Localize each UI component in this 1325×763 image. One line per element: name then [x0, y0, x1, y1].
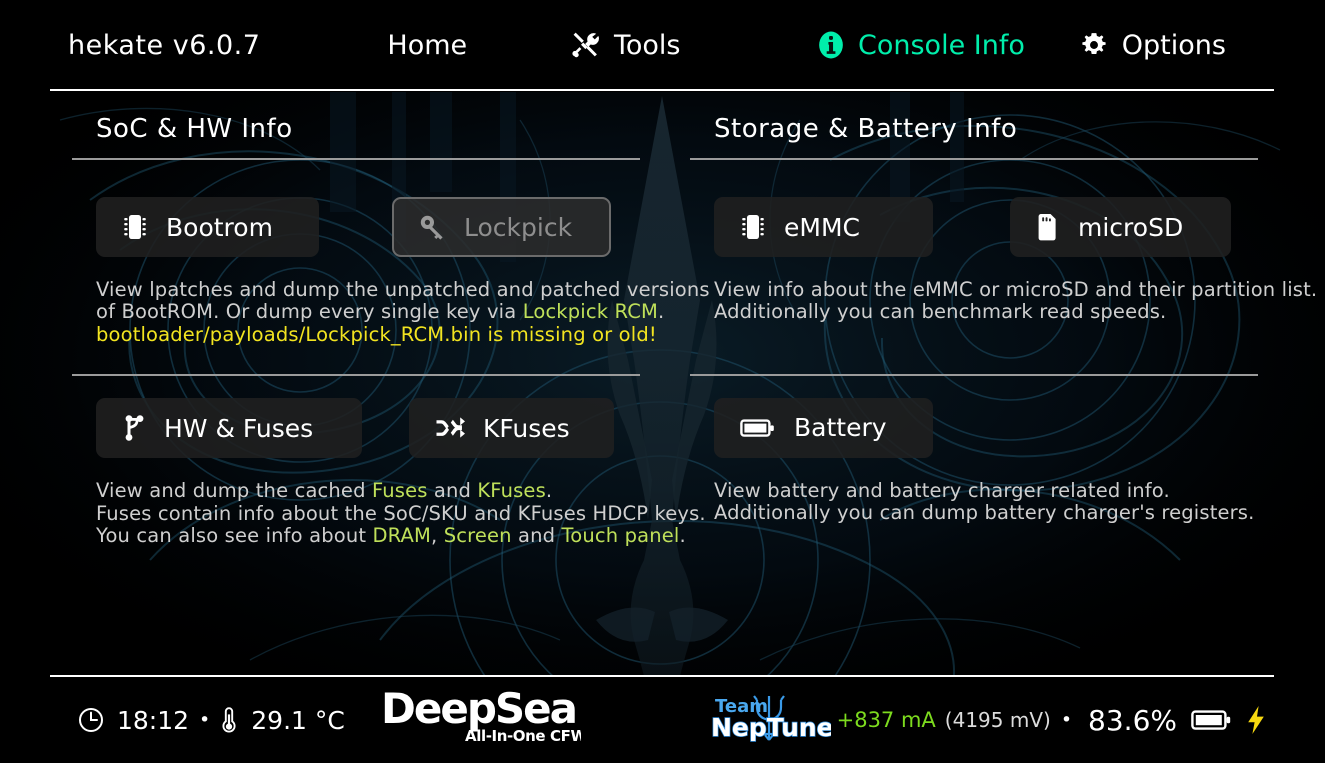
status-separator-2: •: [1060, 709, 1073, 731]
section-rule-right-top: [690, 158, 1258, 160]
button-row-soc-2: HW & Fuses KFuses: [72, 398, 640, 459]
touch-panel-link: Touch panel: [561, 524, 680, 548]
screen-link: Screen: [443, 524, 512, 548]
nav-item-console-info[interactable]: Console Info: [818, 0, 1080, 90]
nav-label-home: Home: [387, 29, 468, 61]
lockpick-button-label: Lockpick: [464, 212, 573, 242]
battery-level-icon: [1191, 707, 1233, 733]
nav-item-options[interactable]: Options: [1080, 0, 1275, 90]
temperature-status: 29.1 °C: [220, 706, 345, 735]
status-bar: 18:12 • 29.1 °C DeepSea All-In-One CFW T…: [0, 677, 1325, 763]
nav-label-tools: Tools: [613, 29, 681, 61]
charging-bolt-icon: [1245, 705, 1267, 735]
hw-and-fuses-button[interactable]: HW & Fuses: [96, 398, 362, 459]
lockpick-warning-text: bootloader/payloads/Lockpick_RCM.bin is …: [96, 322, 657, 346]
temperature-text: 29.1 °C: [251, 705, 345, 735]
section-rule-left-mid: [72, 374, 640, 377]
section-rule-right-mid: [690, 373, 1258, 376]
thermometer-icon: [220, 706, 238, 734]
header-divider: [50, 89, 1274, 91]
section-title-soc-hw: SoC & HW Info: [96, 114, 293, 144]
kfuses-button-label: KFuses: [483, 413, 570, 443]
shuffle-icon: [435, 415, 465, 441]
storage-row2-description: View battery and battery charger related…: [690, 478, 1258, 525]
tools-icon: [570, 31, 600, 59]
top-navigation-bar: hekate v6.0.7 Home Tools Console Info Op…: [0, 0, 1325, 92]
desc-line: View and dump the cached Fuses and KFuse…: [96, 479, 553, 503]
status-separator: •: [199, 709, 211, 731]
clock-status: 18:12: [78, 706, 189, 735]
soc-row1-description: View lpatches and dump the unpatched and…: [72, 278, 710, 346]
emmc-button-label: eMMC: [784, 212, 860, 242]
info-icon: [818, 31, 844, 59]
branch-icon: [122, 413, 146, 443]
emmc-button[interactable]: eMMC: [714, 197, 933, 257]
team-neptune-logo: Team NepTune: [710, 690, 834, 750]
bootrom-button-label: Bootrom: [166, 212, 273, 242]
chip-icon: [122, 212, 148, 242]
desc-line: Fuses contain info about the SoC/SKU and…: [96, 501, 706, 525]
deepsea-logo-tagline: All-In-One CFW: [465, 727, 581, 745]
section-storage-battery-info: Storage & Battery Info eMMC microSD View…: [690, 92, 1318, 525]
kfuses-link: KFuses: [477, 479, 546, 503]
desc-line: You can also see info about DRAM, Screen…: [96, 524, 686, 548]
main-content: SoC & HW Info Bootrom Lockpick View lpat…: [0, 92, 1325, 675]
section-title-storage-battery: Storage & Battery Info: [714, 114, 1018, 144]
desc-line: View battery and battery charger related…: [714, 478, 1170, 502]
nav-item-tools[interactable]: Tools: [570, 0, 818, 90]
battery-voltage-text: (4195 mV): [944, 708, 1051, 732]
battery-button[interactable]: Battery: [714, 397, 933, 458]
fuses-link: Fuses: [371, 479, 428, 503]
desc-line: of BootROM. Or dump every single key via…: [96, 300, 665, 324]
desc-line: View lpatches and dump the unpatched and…: [96, 278, 710, 301]
battery-percent-text: 83.6%: [1088, 703, 1177, 737]
button-row-storage-1: eMMC microSD: [690, 197, 1258, 257]
battery-current-text: +837 mA: [836, 708, 936, 732]
button-row-soc-1: Bootrom Lockpick: [72, 197, 640, 257]
deepsea-logo: DeepSea All-In-One CFW: [381, 684, 588, 751]
desc-line: View info about the eMMC or microSD and …: [714, 278, 1318, 301]
dram-link: DRAM: [372, 524, 432, 548]
desc-line: Additionally you can benchmark read spee…: [714, 300, 1167, 324]
gear-icon: [1080, 31, 1108, 59]
team-neptune-line2: NepTune: [711, 713, 831, 742]
button-row-storage-2: Battery: [690, 397, 1258, 458]
desc-line: Additionally you can dump battery charge…: [714, 501, 1255, 525]
sd-icon: [1036, 212, 1060, 242]
storage-row1-description: View info about the eMMC or microSD and …: [690, 278, 1318, 324]
nav-label-console-info: Console Info: [858, 29, 1025, 61]
battery-button-label: Battery: [794, 413, 887, 443]
section-soc-hw-info: SoC & HW Info Bootrom Lockpick View lpat…: [72, 92, 710, 548]
clock-icon: [78, 707, 104, 733]
hw-and-fuses-button-label: HW & Fuses: [164, 413, 314, 443]
section-rule-left-top: [72, 158, 640, 160]
grid-icon: [343, 34, 373, 56]
battery-icon: [740, 416, 776, 440]
chip-icon: [740, 212, 766, 242]
footer-divider: [50, 675, 1274, 677]
kfuses-button[interactable]: KFuses: [409, 398, 614, 459]
microsd-button[interactable]: microSD: [1010, 197, 1231, 257]
bootrom-button[interactable]: Bootrom: [96, 197, 319, 257]
app-title: hekate v6.0.7: [68, 29, 261, 61]
key-icon: [418, 213, 446, 241]
nav-item-home[interactable]: Home: [343, 0, 570, 90]
soc-row2-description: View and dump the cached Fuses and KFuse…: [72, 479, 706, 548]
lockpick-button[interactable]: Lockpick: [392, 197, 611, 257]
lockpick-rcm-link: Lockpick RCM: [522, 300, 658, 324]
nav-label-options: Options: [1121, 29, 1226, 61]
clock-text: 18:12: [117, 705, 190, 735]
hekate-screen: hekate v6.0.7 Home Tools Console Info Op…: [0, 0, 1325, 763]
microsd-button-label: microSD: [1078, 212, 1184, 242]
